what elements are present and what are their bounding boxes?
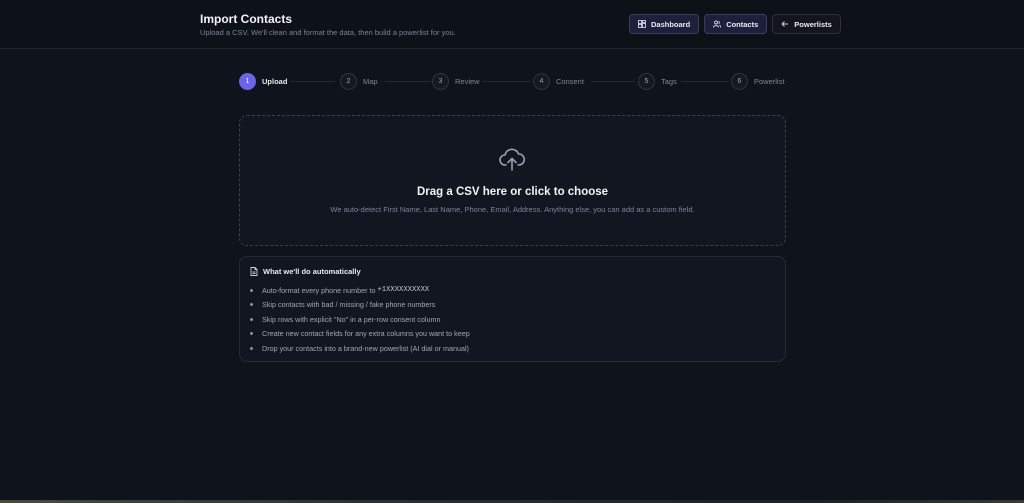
page-header: Import Contacts Upload a CSV. We'll clea… bbox=[0, 0, 1024, 49]
dropzone-title: Drag a CSV here or click to choose bbox=[416, 186, 609, 198]
contacts-button-label: Contacts bbox=[726, 19, 759, 29]
phone-format-code: +1XXXXXXXXXX bbox=[377, 286, 430, 295]
list-item: Skip contacts with bad / missing / fake … bbox=[250, 298, 470, 313]
powerlists-back-button[interactable]: Powerlists bbox=[772, 14, 841, 34]
list-item-text: Skip rows with explicit "No" in a per-ro… bbox=[262, 314, 441, 324]
step-review[interactable]: 3 Review bbox=[432, 73, 480, 90]
step-label: Upload bbox=[262, 77, 288, 86]
step-powerlist[interactable]: 6 Powerlist bbox=[731, 73, 784, 90]
list-item-text: Create new contact fields for any extra … bbox=[262, 329, 470, 339]
auto-actions-list: Auto-format every phone number to +1XXXX… bbox=[250, 283, 470, 356]
step-number: 5 bbox=[638, 73, 655, 90]
import-stepper: 1 Upload 2 Map 3 Review 4 Consent 5 Tags… bbox=[239, 73, 786, 91]
step-label: Powerlist bbox=[754, 77, 785, 86]
list-item-text: Auto-format every phone number to bbox=[262, 285, 376, 295]
list-item-text: Drop your contacts into a brand-new powe… bbox=[262, 343, 469, 353]
step-label: Tags bbox=[661, 77, 677, 86]
step-upload[interactable]: 1 Upload bbox=[239, 73, 287, 90]
auto-actions-heading: What we'll do automatically bbox=[250, 267, 361, 276]
step-number: 6 bbox=[731, 73, 748, 90]
list-item-text: Skip contacts with bad / missing / fake … bbox=[262, 300, 436, 310]
list-item: Create new contact fields for any extra … bbox=[250, 327, 470, 342]
step-connector bbox=[291, 81, 335, 82]
step-number: 2 bbox=[340, 73, 357, 90]
dashboard-button[interactable]: Dashboard bbox=[629, 14, 700, 34]
document-icon bbox=[250, 267, 258, 276]
step-label: Map bbox=[363, 77, 378, 86]
header-nav: Dashboard Contacts Powerlists bbox=[629, 14, 841, 34]
contacts-button[interactable]: Contacts bbox=[704, 14, 768, 34]
dashboard-icon bbox=[638, 20, 646, 28]
step-connector bbox=[385, 81, 431, 82]
list-item: Auto-format every phone number to +1XXXX… bbox=[250, 283, 470, 298]
step-connector bbox=[483, 81, 531, 82]
dashboard-button-label: Dashboard bbox=[651, 19, 691, 29]
auto-actions-title: What we'll do automatically bbox=[263, 267, 361, 276]
step-label: Review bbox=[455, 77, 480, 86]
step-map[interactable]: 2 Map bbox=[340, 73, 378, 90]
users-icon bbox=[713, 20, 722, 28]
step-label: Consent bbox=[556, 77, 584, 86]
step-tags[interactable]: 5 Tags bbox=[638, 73, 677, 90]
page-title: Import Contacts bbox=[200, 12, 293, 26]
csv-dropzone[interactable] bbox=[239, 115, 786, 246]
step-connector bbox=[681, 81, 729, 82]
arrow-left-icon bbox=[781, 21, 789, 27]
page-subtitle: Upload a CSV. We'll clean and format the… bbox=[200, 28, 456, 37]
dropzone-subtitle: We auto-detect First Name, Last Name, Ph… bbox=[330, 205, 695, 214]
powerlists-button-label: Powerlists bbox=[794, 19, 832, 29]
list-item: Drop your contacts into a brand-new powe… bbox=[250, 341, 470, 356]
list-item: Skip rows with explicit "No" in a per-ro… bbox=[250, 312, 470, 327]
step-number: 4 bbox=[533, 73, 550, 90]
step-number: 1 bbox=[239, 73, 256, 90]
step-number: 3 bbox=[432, 73, 449, 90]
step-connector bbox=[591, 81, 635, 82]
step-consent[interactable]: 4 Consent bbox=[533, 73, 584, 90]
cloud-upload-icon bbox=[499, 148, 526, 171]
